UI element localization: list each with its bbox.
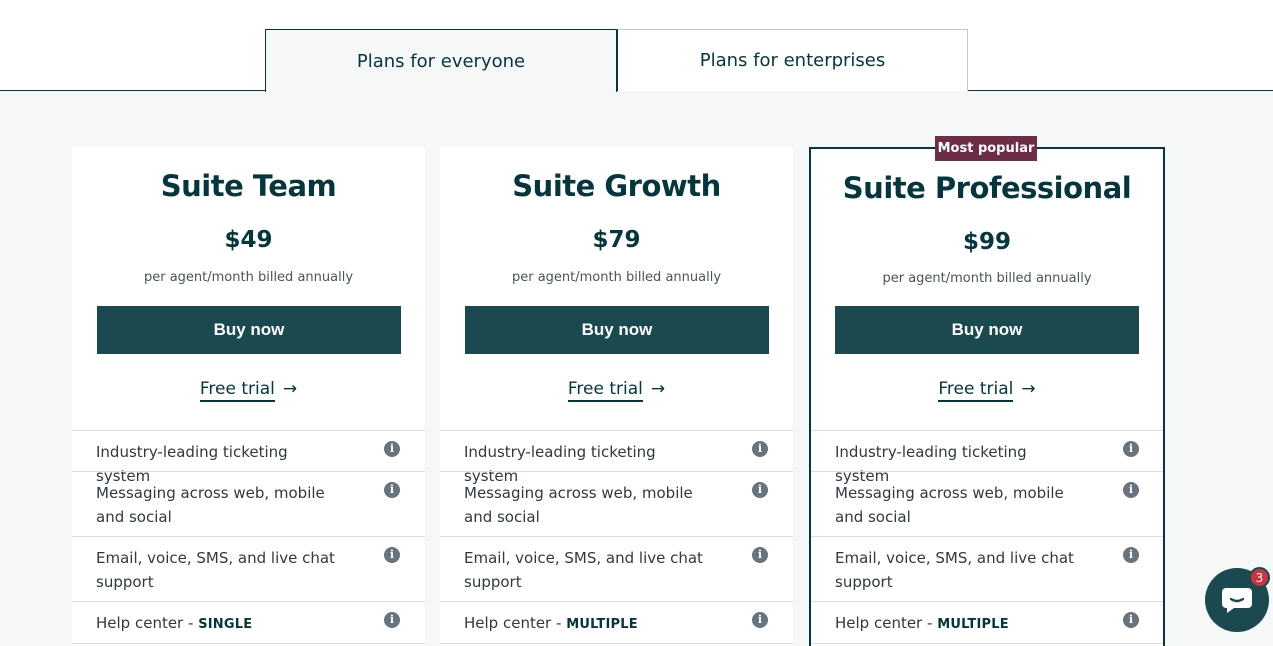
info-icon[interactable]: i: [752, 547, 768, 563]
feature-text: Messaging across web, mobile and social: [464, 484, 693, 526]
feature-row: Messaging across web, mobile and social …: [72, 471, 425, 536]
arrow-right-icon: →: [650, 379, 666, 399]
feature-text: Help center - MULTIPLE: [464, 611, 714, 637]
info-icon[interactable]: i: [384, 612, 400, 628]
info-icon[interactable]: i: [384, 547, 400, 563]
feature-text: Email, voice, SMS, and live chat support: [835, 549, 1074, 591]
info-icon[interactable]: i: [384, 441, 400, 457]
feature-row: Help center - SINGLE i: [72, 601, 425, 643]
feature-text: Messaging across web, mobile and social: [835, 484, 1064, 526]
free-trial-link[interactable]: Free trial →: [440, 379, 793, 402]
help-center-value: MULTIPLE: [937, 617, 1009, 632]
feature-row: Help center - MULTIPLE i: [811, 601, 1163, 643]
plan-name: Suite Team: [160, 169, 337, 203]
info-icon[interactable]: i: [1123, 482, 1139, 498]
arrow-right-icon: →: [1021, 379, 1036, 399]
help-center-label: Help center -: [464, 614, 567, 632]
feature-row: Email, voice, SMS, and live chat support…: [72, 536, 425, 601]
buy-now-button[interactable]: Buy now: [835, 306, 1139, 354]
most-popular-badge: Most popular: [935, 136, 1037, 161]
plan-billing: per agent/month billed annually: [511, 270, 722, 285]
plan-price: $99: [962, 229, 1011, 255]
info-icon[interactable]: i: [752, 612, 768, 628]
plan-billing: per agent/month billed annually: [882, 271, 1092, 286]
feature-row: Messaging across web, mobile and social …: [440, 471, 793, 536]
feature-text: Help center - SINGLE: [96, 611, 346, 637]
free-trial-label: Free trial: [938, 379, 1014, 402]
plan-name: Suite Professional: [842, 171, 1132, 205]
free-trial-label: Free trial: [199, 379, 275, 402]
plan-card-suite-team: Suite Team $49 per agent/month billed an…: [72, 147, 425, 646]
feature-text: Messaging across web, mobile and social: [96, 484, 325, 526]
feature-text: Help center - MULTIPLE: [835, 611, 1085, 637]
free-trial-link[interactable]: Free trial →: [72, 379, 425, 402]
plan-price: $79: [592, 227, 641, 253]
info-icon[interactable]: i: [1123, 547, 1139, 563]
free-trial-label: Free trial: [567, 379, 643, 402]
feature-row: Messaging across web, mobile and social …: [811, 471, 1163, 536]
plan-card-suite-growth: Suite Growth $79 per agent/month billed …: [440, 147, 793, 646]
plan-card-suite-professional: Suite Professional $99 per agent/month b…: [809, 147, 1165, 646]
arrow-right-icon: →: [282, 379, 298, 399]
feature-row: Industry-leading ticketing system i: [440, 430, 793, 485]
chat-bubble-icon: [1222, 588, 1252, 613]
plan-price: $49: [224, 227, 273, 253]
tab-plans-for-everyone[interactable]: Plans for everyone: [265, 29, 617, 92]
chat-unread-badge: 3: [1249, 567, 1270, 588]
help-center-value: SINGLE: [198, 617, 253, 632]
feature-text: Email, voice, SMS, and live chat support: [96, 549, 335, 591]
buy-now-button[interactable]: Buy now: [97, 306, 401, 354]
help-center-label: Help center -: [96, 614, 199, 632]
plan-billing: per agent/month billed annually: [143, 270, 354, 285]
info-icon[interactable]: i: [1123, 612, 1139, 628]
feature-row: Help center - MULTIPLE i: [440, 601, 793, 643]
help-center-label: Help center -: [835, 614, 938, 632]
feature-text: Email, voice, SMS, and live chat support: [464, 549, 703, 591]
buy-now-button[interactable]: Buy now: [465, 306, 769, 354]
info-icon[interactable]: i: [384, 482, 400, 498]
tab-plans-for-enterprises[interactable]: Plans for enterprises: [617, 29, 968, 91]
info-icon[interactable]: i: [1123, 441, 1139, 457]
tab-label: Plans for enterprises: [699, 50, 886, 71]
info-icon[interactable]: i: [752, 441, 768, 457]
plan-name: Suite Growth: [512, 169, 721, 203]
feature-row: Email, voice, SMS, and live chat support…: [440, 536, 793, 601]
tab-label: Plans for everyone: [356, 50, 526, 72]
info-icon[interactable]: i: [752, 482, 768, 498]
feature-row: Email, voice, SMS, and live chat support…: [811, 536, 1163, 601]
feature-row: Industry-leading ticketing system i: [72, 430, 425, 485]
feature-row: Industry-leading ticketing system i: [811, 430, 1163, 485]
help-center-value: MULTIPLE: [566, 617, 638, 632]
free-trial-link[interactable]: Free trial →: [811, 379, 1163, 402]
